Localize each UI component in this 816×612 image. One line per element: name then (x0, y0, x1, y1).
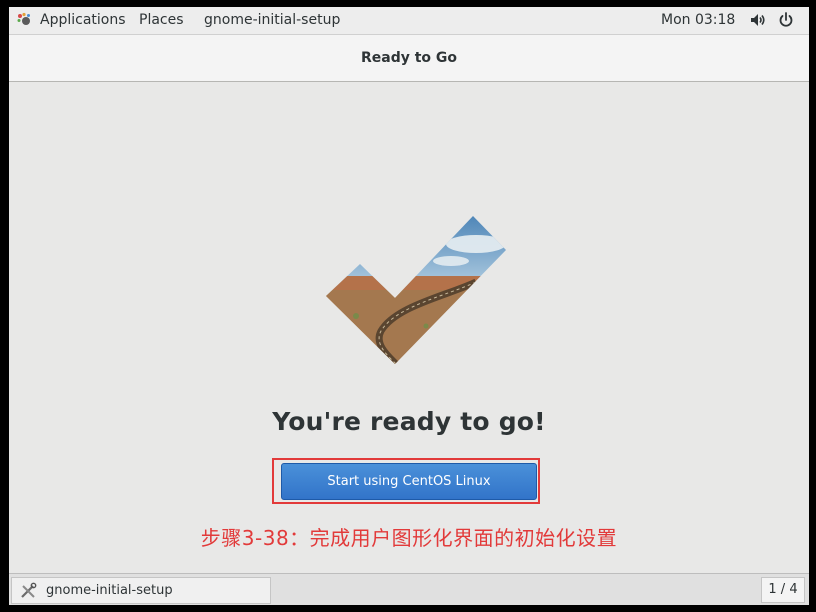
ready-headline: You're ready to go! (272, 407, 546, 436)
taskbar-window-button[interactable]: gnome-initial-setup (11, 577, 271, 604)
bottom-taskbar: gnome-initial-setup 1 / 4 (9, 573, 809, 605)
volume-icon[interactable] (749, 11, 767, 29)
desktop-screen: Applications Places gnome-initial-setup … (9, 7, 809, 605)
taskbar-window-label: gnome-initial-setup (46, 583, 173, 598)
places-menu[interactable]: Places (139, 12, 184, 28)
app-menu[interactable]: gnome-initial-setup (204, 12, 340, 28)
gnome-foot-icon[interactable] (16, 12, 32, 28)
setup-tools-icon (21, 582, 37, 598)
top-bar: Applications Places gnome-initial-setup … (9, 7, 809, 35)
annotation-caption: 步骤3-38：完成用户图形化界面的初始化设置 (200, 526, 618, 550)
window-header: Ready to Go (9, 35, 809, 82)
checkmark-landscape-illustration (326, 216, 506, 364)
workspace-indicator[interactable]: 1 / 4 (761, 577, 805, 603)
clock[interactable]: Mon 03:18 (661, 12, 735, 28)
power-icon[interactable] (777, 11, 795, 29)
start-using-button[interactable]: Start using CentOS Linux (281, 463, 537, 500)
page-title: Ready to Go (360, 50, 458, 66)
applications-menu[interactable]: Applications (40, 12, 126, 28)
